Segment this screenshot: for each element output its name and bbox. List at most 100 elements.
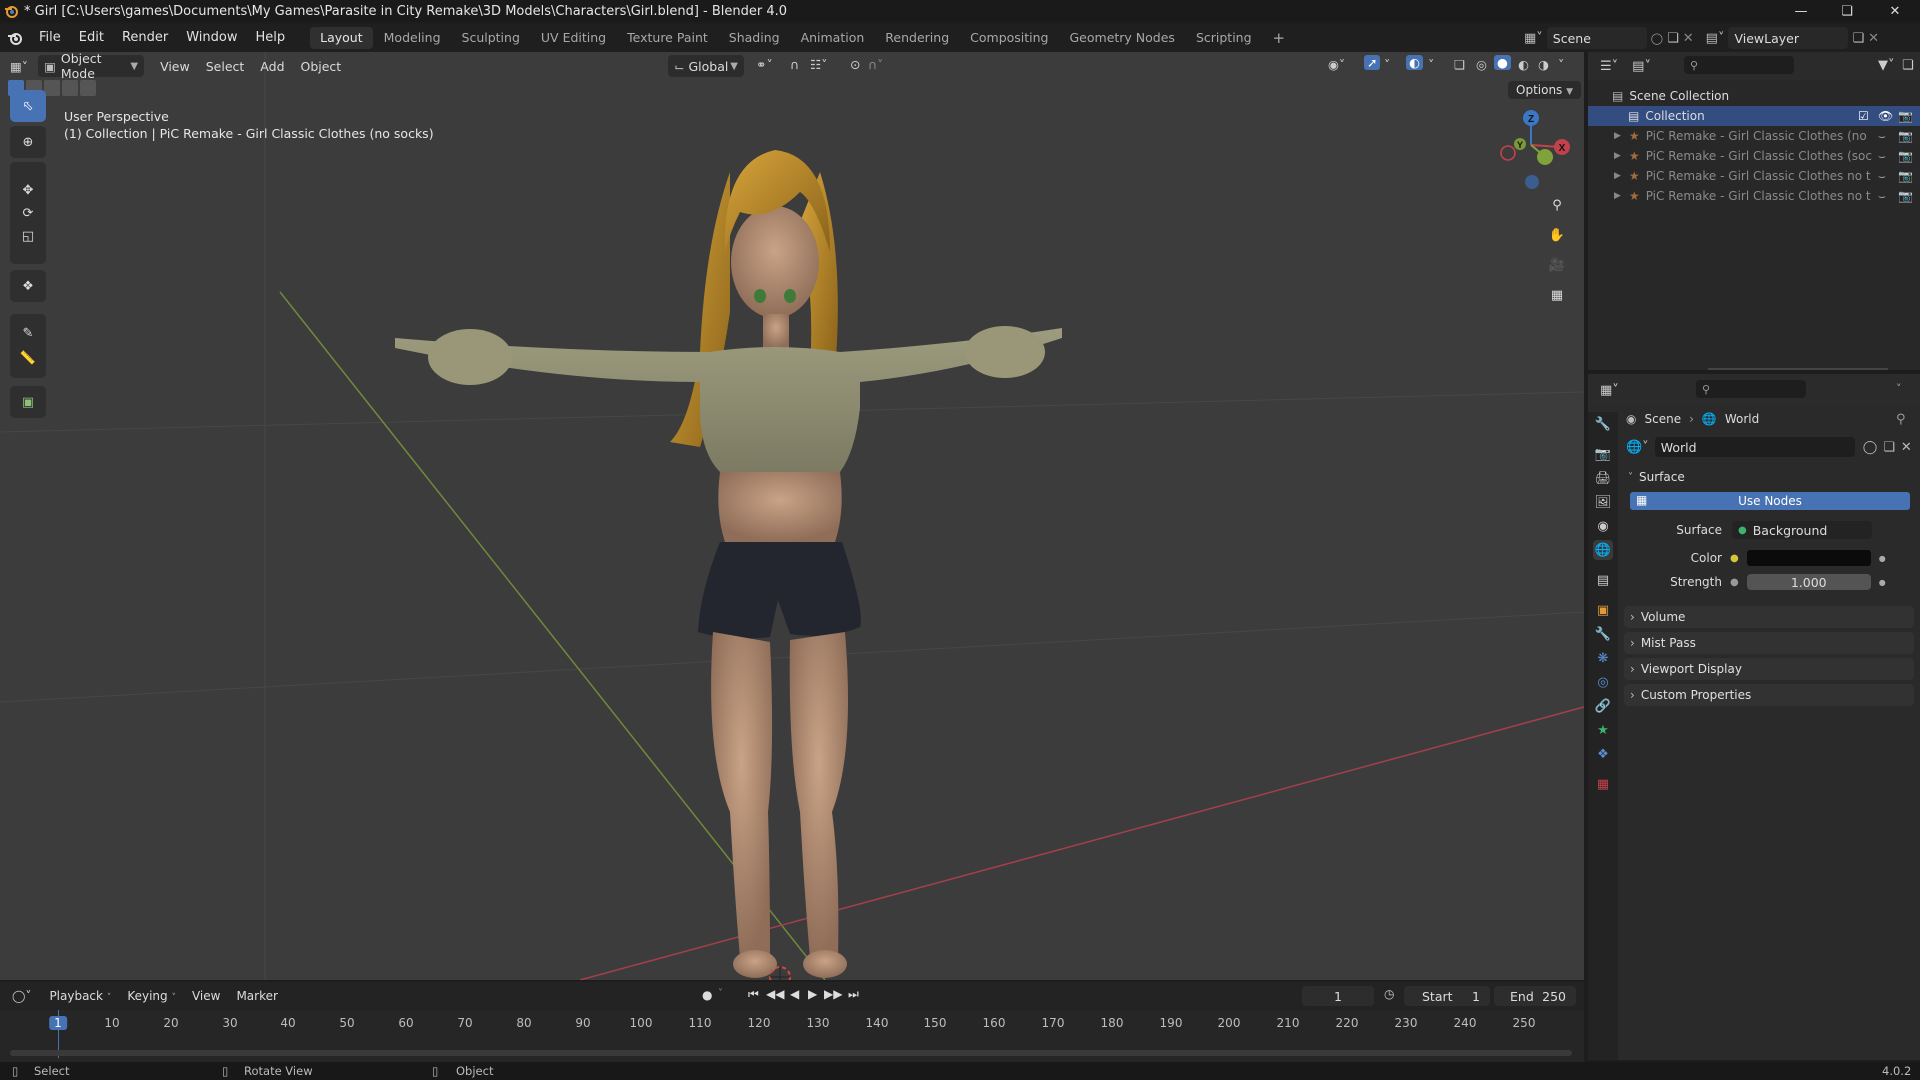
shading-dropdown-icon[interactable]: ˅ [1558, 57, 1564, 72]
new-viewlayer-icon[interactable]: ❏ [1852, 31, 1864, 46]
color-socket-icon[interactable]: ● [1730, 553, 1739, 564]
add-cube-tool[interactable]: ▣ [10, 386, 46, 418]
texture-tab-icon[interactable]: ▦ [1593, 774, 1613, 794]
object-mode-dropdown[interactable]: ▣ Object Mode ▼ [38, 52, 145, 81]
outliner-object-row[interactable]: ▶ ★ PiC Remake - Girl Classic Clothes no… [1588, 186, 1920, 206]
menu-playback[interactable]: Playback ˅ [41, 987, 119, 1005]
duplicate-icon[interactable]: ❏ [1883, 440, 1895, 455]
play-reverse-icon[interactable]: ◀ [790, 987, 799, 1001]
cursor-tool[interactable]: ⊕ [10, 126, 46, 158]
menu-edit[interactable]: Edit [70, 24, 113, 52]
gizmo-toggle-icon[interactable]: ➚ [1364, 55, 1381, 70]
falloff-icon[interactable]: ∩˅ [868, 57, 883, 72]
tab-rendering[interactable]: Rendering [875, 27, 959, 49]
scene-icon[interactable]: ▦˅ [1524, 31, 1543, 46]
transform-orientation-dropdown[interactable]: ⌙ Global ▼ [668, 55, 744, 77]
add-workspace-icon[interactable]: + [1263, 27, 1296, 49]
jump-end-icon[interactable]: ⏭ [848, 987, 859, 1002]
menu-render[interactable]: Render [113, 24, 177, 52]
current-frame-field[interactable]: 1 [1302, 986, 1374, 1006]
expand-arrow-icon[interactable]: ▶ [1614, 131, 1621, 141]
timeline-editor-icon[interactable]: ◯˅ [12, 989, 31, 1003]
start-frame-field[interactable]: Start 1 [1404, 986, 1490, 1006]
modifiers-tab-icon[interactable]: 🔧 [1593, 624, 1613, 644]
particles-tab-icon[interactable]: ❋ [1593, 648, 1613, 668]
render-camera-icon[interactable]: 📷 [1898, 189, 1913, 203]
checkbox-icon[interactable]: ☑ [1858, 109, 1869, 123]
menu-object[interactable]: Object [293, 57, 350, 76]
output-tab-icon[interactable]: 🖨 [1593, 468, 1613, 488]
world-name-field[interactable]: World [1654, 437, 1855, 457]
move-icon[interactable]: ✥ [23, 183, 34, 198]
outliner-object-row[interactable]: ▶ ★ PiC Remake - Girl Classic Clothes (s… [1588, 146, 1920, 166]
gizmo-dropdown-icon[interactable]: ˅ [1384, 57, 1390, 72]
perspective-toggle-icon[interactable]: ▦ [1544, 282, 1570, 308]
menu-marker[interactable]: Marker [228, 987, 285, 1005]
unlink-icon[interactable]: ✕ [1901, 440, 1912, 455]
menu-select[interactable]: Select [198, 57, 253, 76]
tab-compositing[interactable]: Compositing [960, 27, 1058, 49]
strength-socket-icon[interactable]: ● [1730, 577, 1739, 588]
data-tab-icon[interactable]: ★ [1593, 720, 1613, 740]
zoom-icon[interactable]: ⚲ [1544, 192, 1570, 218]
clock-icon[interactable]: ◷ [1384, 987, 1394, 1001]
keyframe-dot-icon[interactable]: ● [1879, 578, 1886, 587]
rendered-shading-icon[interactable]: ◑ [1538, 57, 1549, 72]
camera-view-icon[interactable]: 🎥 [1544, 252, 1570, 278]
outliner-object-row[interactable]: ▶ ★ PiC Remake - Girl Classic Clothes no… [1588, 166, 1920, 186]
visibility-icon[interactable]: ◉˅ [1328, 57, 1345, 72]
properties-editor-icon[interactable]: ▦˅ [1600, 383, 1619, 398]
display-mode-icon[interactable]: ▤˅ [1632, 59, 1651, 74]
editor-type-icon[interactable]: ▦˅ [10, 59, 28, 74]
chevron-down-icon[interactable]: ˅ [1896, 382, 1902, 395]
fake-user-icon[interactable]: ◯ [1863, 440, 1878, 455]
navigation-gizmo[interactable]: Z X Y [1500, 110, 1570, 189]
constraints-tab-icon[interactable]: 🔗 [1593, 696, 1613, 716]
filter-icon[interactable]: ▼˅ [1878, 58, 1895, 73]
render-camera-icon[interactable]: 📷 [1898, 169, 1913, 183]
close-icon[interactable]: ✕ [1872, 0, 1918, 22]
measure-icon[interactable]: 📏 [20, 351, 36, 366]
viewport-display-panel-header[interactable]: › Viewport Display [1624, 658, 1914, 680]
solid-shading-icon[interactable]: ● [1494, 55, 1511, 70]
eye-closed-icon[interactable]: ⌣ [1878, 189, 1886, 204]
render-tab-icon[interactable]: 📷 [1593, 444, 1613, 464]
pin-icon[interactable]: ◯ [1651, 32, 1663, 45]
expand-arrow-icon[interactable]: ▶ [1614, 191, 1621, 201]
tool-tab-icon[interactable]: 🔧 [1593, 414, 1613, 434]
bone-tab-icon[interactable]: ❖ [1593, 744, 1613, 764]
menu-view[interactable]: View [152, 57, 198, 76]
select-subtract-icon[interactable] [44, 80, 60, 96]
options-dropdown[interactable]: Options ▼ [1508, 81, 1582, 99]
tab-geometry-nodes[interactable]: Geometry Nodes [1060, 27, 1185, 49]
menu-keying[interactable]: Keying ˅ [119, 987, 184, 1005]
world-browse-icon[interactable]: 🌐˅ [1626, 440, 1649, 455]
prev-keyframe-icon[interactable]: ◀◀ [766, 987, 784, 1001]
snap-target-icon[interactable]: ☷˅ [810, 57, 827, 72]
volume-panel-header[interactable]: › Volume [1624, 606, 1914, 628]
new-scene-icon[interactable]: ❏ [1667, 31, 1679, 46]
menu-add[interactable]: Add [252, 57, 292, 76]
delete-viewlayer-icon[interactable]: ✕ [1868, 31, 1879, 46]
tab-animation[interactable]: Animation [791, 27, 875, 49]
render-camera-icon[interactable]: 📷 [1898, 149, 1913, 163]
render-camera-icon[interactable]: 📷 [1898, 129, 1913, 143]
tab-layout[interactable]: Layout [310, 27, 373, 49]
properties-search-input[interactable]: ⚲ [1696, 380, 1806, 398]
scene-collection-row[interactable]: ▤ Scene Collection [1588, 86, 1920, 106]
delete-scene-icon[interactable]: ✕ [1683, 31, 1694, 46]
jump-start-icon[interactable]: ⏮ [748, 987, 759, 1002]
viewlayer-selector[interactable]: ViewLayer [1728, 27, 1849, 49]
render-camera-icon[interactable]: 📷 [1898, 109, 1913, 123]
scale-icon[interactable]: ◱ [22, 229, 34, 244]
playhead-frame-label[interactable]: 1 [49, 1016, 67, 1030]
outliner-editor-icon[interactable]: ☰˅ [1600, 59, 1618, 74]
view-layer-tab-icon[interactable]: 🖼 [1593, 492, 1613, 512]
object-tab-icon[interactable]: ▣ [1593, 600, 1613, 620]
select-invert-icon[interactable] [62, 80, 78, 96]
material-shading-icon[interactable]: ◐ [1518, 57, 1529, 72]
end-frame-field[interactable]: End 250 [1494, 986, 1576, 1006]
xray-icon[interactable]: ❏ [1454, 57, 1465, 72]
physics-tab-icon[interactable]: ◎ [1593, 672, 1613, 692]
overlays-toggle-icon[interactable]: ◐ [1406, 55, 1423, 70]
